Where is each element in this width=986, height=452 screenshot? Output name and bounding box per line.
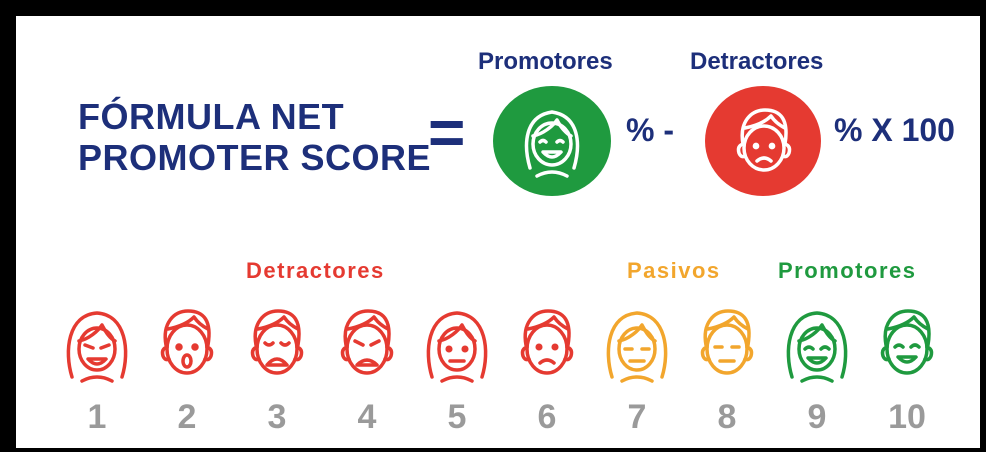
percent-times-100: % X 100 [834,112,955,148]
face-7-neutral-girl-icon [606,311,668,383]
equals-sign: = [428,96,466,168]
promoter-circle [493,86,611,196]
face-1-angry-girl-icon [66,311,128,383]
score-number-5: 5 [447,398,467,436]
score-number-10: 10 [888,398,926,436]
face-3-crying-boy-icon [250,309,304,375]
face-6-sad-boy-icon [520,309,574,375]
face-4-angry-boy-icon [340,309,394,375]
score-number-6: 6 [537,398,557,436]
score-number-9: 9 [807,398,827,436]
score-number-2: 2 [177,398,197,436]
promoters-group-label: Promotores [778,258,917,283]
promoters-label-top: Promotores [478,48,613,75]
score-number-3: 3 [267,398,287,436]
detractor-circle [705,86,821,196]
score-number-1: 1 [87,398,107,436]
passives-group-label: Pasivos [627,258,721,283]
score-number-4: 4 [357,398,377,436]
score-number-8: 8 [717,398,737,436]
happy-girl-face-icon [524,110,580,178]
sad-boy-face-icon [736,108,792,172]
title-line-2: PROMOTER SCORE [78,137,432,178]
title-line-1: FÓRMULA NET [78,96,345,137]
face-9-happy-girl-icon [786,311,848,383]
face-2-shocked-boy-icon [160,309,214,375]
face-10-happy-boy-icon [880,309,934,375]
detractors-label-top: Detractores [690,48,824,75]
face-8-neutral-boy-icon [700,309,754,375]
formula-title: FÓRMULA NET PROMOTER SCORE [78,96,431,178]
score-number-7: 7 [627,398,647,436]
detractors-group-label: Detractores [246,258,385,283]
face-5-neutral-girl-icon [426,311,488,383]
percent-minus: % - [626,112,674,148]
